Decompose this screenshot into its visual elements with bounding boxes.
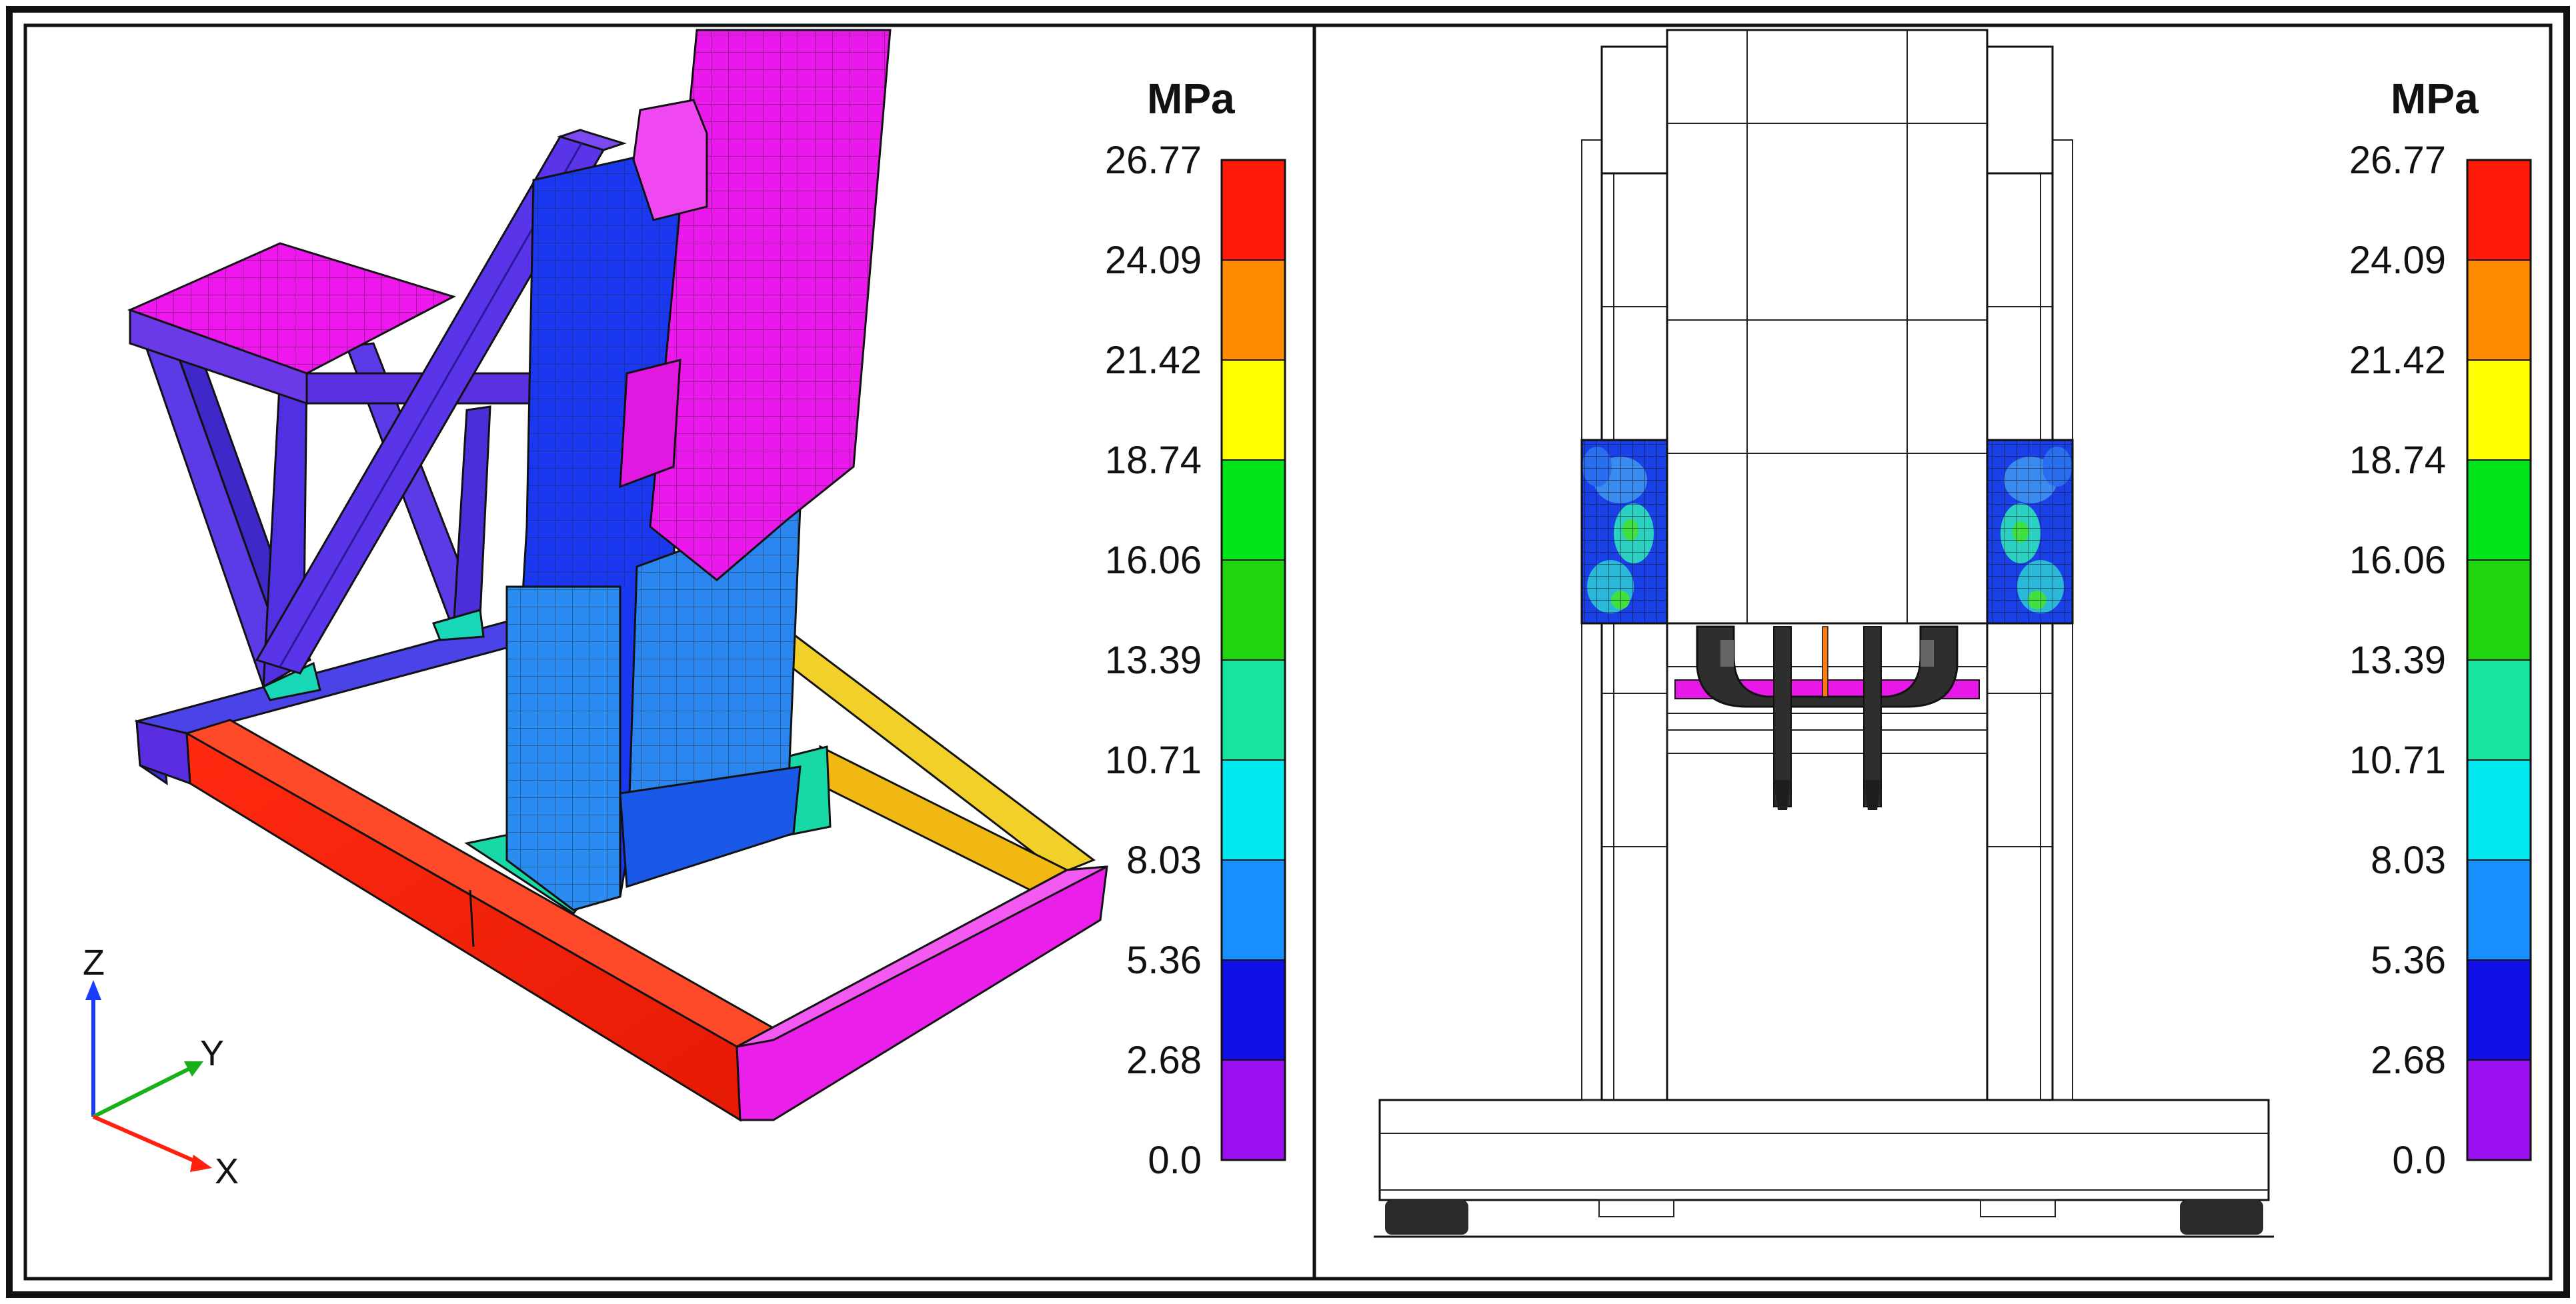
right-scale-band xyxy=(2467,759,2531,861)
right-scale-band xyxy=(2467,359,2531,461)
right-stress-plate xyxy=(1986,439,2074,625)
left-scale-band xyxy=(1221,359,1286,461)
left-scale-tick-label: 5.36 xyxy=(1126,939,1202,982)
left-scale-tick-label: 0.0 xyxy=(1148,1139,1202,1182)
left-foot xyxy=(1385,1200,1468,1235)
left-scale-tick-label: 16.06 xyxy=(1105,539,1202,582)
right-scale-tick-label: 13.39 xyxy=(2349,639,2446,682)
right-scale-band xyxy=(2467,1059,2531,1161)
left-stress-plate xyxy=(1580,439,1668,625)
right-scale-tick-label: 26.77 xyxy=(2349,139,2446,182)
right-scale-tick-label: 8.03 xyxy=(2371,839,2446,882)
y-axis-line xyxy=(92,1065,195,1119)
fork-carriage xyxy=(1696,625,1959,810)
left-scale-tick-label: 24.09 xyxy=(1105,239,1202,282)
x-axis-label: X xyxy=(215,1151,239,1191)
left-scale-tick-label: 13.39 xyxy=(1105,639,1202,682)
right-scale-tick-label: 10.71 xyxy=(2349,739,2446,782)
right-foot xyxy=(2180,1200,2263,1235)
right-scale-tick-label: 24.09 xyxy=(2349,239,2446,282)
stress-contour-figure: Z Y X MPa 26.77 24.09 21.42 18.74 16.06 13.39… xyxy=(6,6,2570,1298)
left-scale-band xyxy=(1221,859,1286,961)
right-scale-band xyxy=(2467,259,2531,361)
right-scale-unit: MPa xyxy=(2391,75,2479,123)
central-mast xyxy=(1666,29,1989,625)
left-scale-band xyxy=(1221,1059,1286,1161)
left-scale-tick-label: 2.68 xyxy=(1126,1039,1202,1082)
left-scale-tick-label: 26.77 xyxy=(1105,139,1202,182)
left-scale-tick-label: 21.42 xyxy=(1105,339,1202,382)
right-scale-band xyxy=(2467,459,2531,561)
base-platform xyxy=(1374,1099,2274,1238)
right-scale-tick-label: 16.06 xyxy=(2349,539,2446,582)
right-scale-band xyxy=(2467,959,2531,1061)
x-axis-arrow xyxy=(190,1155,212,1172)
z-axis-label: Z xyxy=(83,943,105,983)
right-panel: MPa 26.77 24.09 21.42 18.74 16.06 13.39 10.71 8… xyxy=(1374,29,2532,1238)
right-color-scale: 26.77 24.09 21.42 18.74 16.06 13.39 10.71 8.03 5… xyxy=(2349,139,2532,1182)
left-scale-tick-label: 8.03 xyxy=(1126,839,1202,882)
center-rod xyxy=(1822,626,1828,697)
right-scale-band xyxy=(2467,159,2531,261)
left-color-scale: 26.77 24.09 21.42 18.74 16.06 13.39 10.71 8.03 5… xyxy=(1105,139,1286,1182)
feet xyxy=(1385,1200,2263,1235)
left-panel: Z Y X MPa 26.77 24.09 21.42 18.74 16.06 13.39… xyxy=(83,29,1286,1191)
z-axis-arrow xyxy=(85,980,101,1000)
y-axis-label: Y xyxy=(200,1033,224,1073)
left-scale-band xyxy=(1221,759,1286,861)
right-scale-tick-label: 5.36 xyxy=(2371,939,2446,982)
right-scale-band xyxy=(2467,659,2531,761)
left-scale-band xyxy=(1221,459,1286,561)
right-scale-band xyxy=(2467,859,2531,961)
left-scale-tick-label: 10.71 xyxy=(1105,739,1202,782)
left-scale-tick-label: 18.74 xyxy=(1105,439,1202,482)
right-scale-band xyxy=(2467,559,2531,661)
x-axis-line xyxy=(92,1115,201,1165)
left-scale-band xyxy=(1221,159,1286,261)
right-scale-tick-label: 2.68 xyxy=(2371,1039,2446,1082)
right-fork xyxy=(1863,626,1882,807)
left-scale-band xyxy=(1221,559,1286,661)
right-scale-tick-label: 18.74 xyxy=(2349,439,2446,482)
right-scale-tick-label: 0.0 xyxy=(2392,1139,2446,1182)
left-fork xyxy=(1773,626,1792,807)
right-scale-tick-label: 21.42 xyxy=(2349,339,2446,382)
left-scale-band xyxy=(1221,959,1286,1061)
axis-triad: Z Y X xyxy=(83,943,239,1191)
left-scale-unit: MPa xyxy=(1147,75,1235,123)
left-scale-band xyxy=(1221,259,1286,361)
left-scale-band xyxy=(1221,659,1286,761)
